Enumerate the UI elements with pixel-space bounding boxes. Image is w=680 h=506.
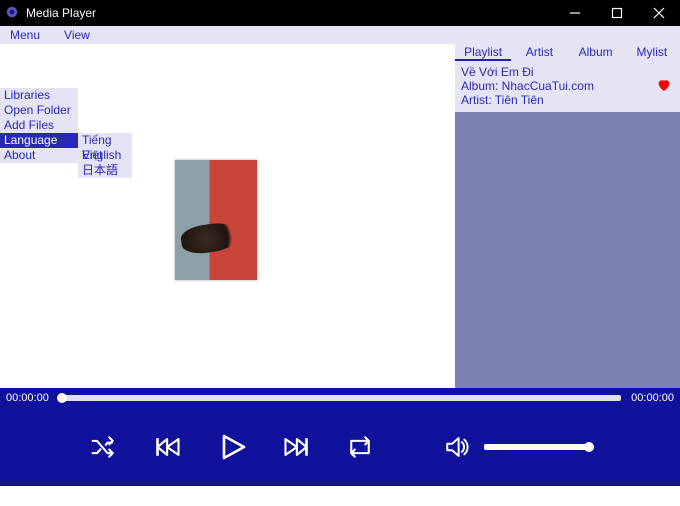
menu-view[interactable]: View <box>58 26 96 44</box>
menu-about[interactable]: About <box>0 148 78 163</box>
menu-add-files[interactable]: Add Files <box>0 118 78 133</box>
side-panel: Playlist Artist Album Mylist Về Với Em Đ… <box>455 44 680 388</box>
side-tabs: Playlist Artist Album Mylist <box>455 44 680 61</box>
minimize-button[interactable] <box>554 0 596 26</box>
lang-ja[interactable]: 日本語 <box>78 163 132 178</box>
seek-thumb[interactable] <box>57 393 67 403</box>
menu-language[interactable]: Language <box>0 133 78 148</box>
maximize-button[interactable] <box>596 0 638 26</box>
volume-block <box>444 431 592 463</box>
play-button[interactable] <box>216 431 248 463</box>
previous-button[interactable] <box>152 431 184 463</box>
tab-artist[interactable]: Artist <box>511 44 567 61</box>
album-cover <box>175 160 257 280</box>
track-album: Album: NhacCuaTui.com <box>461 79 674 93</box>
content-area: Playlist Artist Album Mylist Về Với Em Đ… <box>0 44 680 388</box>
menu-dropdown: Libraries Open Folder Add Files Language… <box>0 88 78 163</box>
volume-thumb[interactable] <box>584 442 594 452</box>
progress-row: 00:00:00 00:00:00 <box>0 388 680 408</box>
track-artist: Artist: Tiên Tiên <box>461 93 674 107</box>
titlebar: Media Player <box>0 0 680 26</box>
close-button[interactable] <box>638 0 680 26</box>
seek-bar[interactable] <box>59 395 621 401</box>
playlist-body <box>455 112 680 388</box>
menu-menu[interactable]: Menu <box>4 26 46 44</box>
volume-button[interactable] <box>444 431 470 463</box>
track-title: Về Với Em Đi <box>461 65 674 79</box>
track-row[interactable]: Về Với Em Đi Album: NhacCuaTui.com Artis… <box>455 61 680 112</box>
elapsed-time: 00:00:00 <box>6 392 49 404</box>
shuffle-button[interactable] <box>88 431 120 463</box>
menu-open-folder[interactable]: Open Folder <box>0 103 78 118</box>
volume-bar[interactable] <box>484 444 592 450</box>
lang-vi[interactable]: Tiếng Việt <box>78 133 132 148</box>
menu-libraries[interactable]: Libraries <box>0 88 78 103</box>
controls-bar <box>0 408 680 486</box>
window-title: Media Player <box>26 6 554 20</box>
repeat-button[interactable] <box>344 431 376 463</box>
total-time: 00:00:00 <box>631 392 674 404</box>
heart-icon[interactable] <box>656 77 672 93</box>
menubar: Menu View <box>0 26 680 44</box>
tab-album[interactable]: Album <box>568 44 624 61</box>
language-submenu: Tiếng Việt English 日本語 <box>78 133 132 178</box>
app-icon <box>6 6 20 20</box>
lang-en[interactable]: English <box>78 148 132 163</box>
next-button[interactable] <box>280 431 312 463</box>
tab-playlist[interactable]: Playlist <box>455 44 511 61</box>
tab-mylist[interactable]: Mylist <box>624 44 680 61</box>
